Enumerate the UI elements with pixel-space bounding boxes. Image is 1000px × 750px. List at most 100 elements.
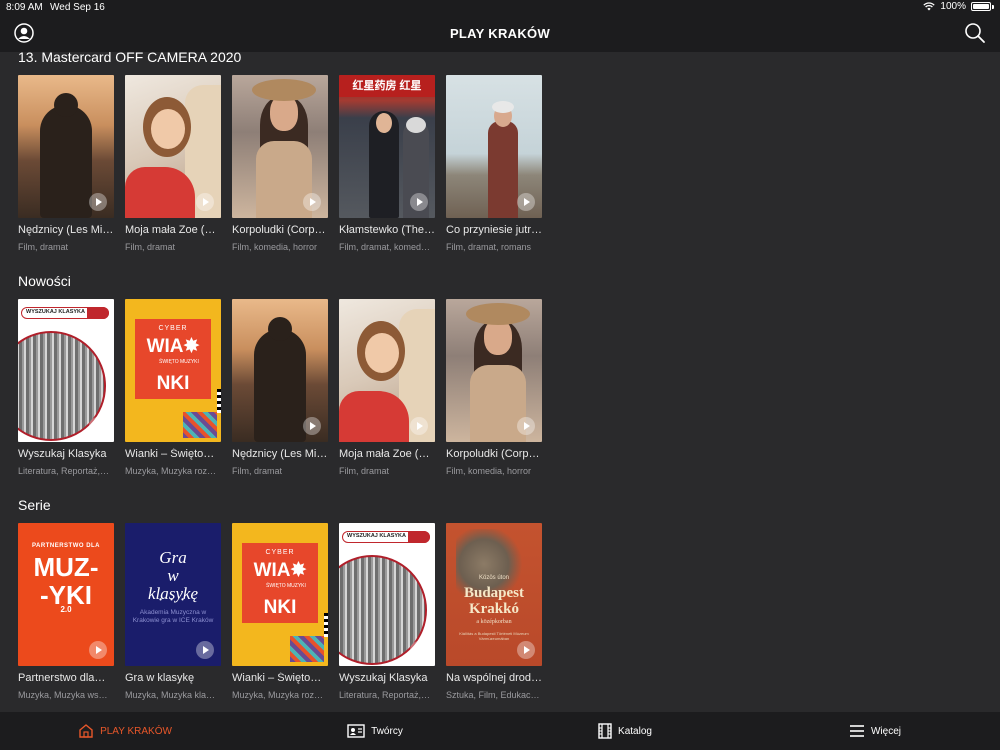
poster-image bbox=[232, 299, 328, 442]
creators-icon bbox=[347, 724, 365, 738]
row-nowosci: WYSZUKAJ KLASYKA Wyszukaj Klasyka Litera… bbox=[18, 299, 542, 476]
film-strip-icon bbox=[598, 723, 612, 739]
poster-bar-text: WYSZUKAJ KLASYKA bbox=[347, 533, 406, 539]
card-wyszukaj-klasyka[interactable]: WYSZUKAJ KLASYKA Wyszukaj Klasyka Litera… bbox=[18, 299, 114, 476]
poster-text: CYBER bbox=[158, 325, 188, 332]
card-korpoludki[interactable]: Korpoludki (Corp… Film, komedia, horror bbox=[446, 299, 542, 476]
play-icon[interactable] bbox=[410, 641, 428, 659]
battery-icon bbox=[971, 2, 991, 11]
card-moja-mala-zoe[interactable]: Moja mała Zoe (M… Film, dramat bbox=[125, 75, 221, 252]
play-icon[interactable] bbox=[89, 641, 107, 659]
poster-text: WIA✸ bbox=[146, 336, 200, 357]
card-title: Nędznicy (Les Mi… bbox=[18, 224, 114, 236]
poster-image: Gra w klasykę • • • Akademia Muzyczna w Kr… bbox=[125, 523, 221, 666]
poster-text: CYBER bbox=[265, 549, 295, 556]
poster-image bbox=[18, 75, 114, 218]
play-icon[interactable] bbox=[517, 193, 535, 211]
poster-image bbox=[339, 299, 435, 442]
play-icon[interactable] bbox=[517, 641, 535, 659]
card-genre: Film, dramat, romans bbox=[446, 242, 532, 252]
card-title: Partnerstwo dla… bbox=[18, 672, 106, 684]
poster-text: Budapest Krakkó bbox=[463, 585, 525, 617]
card-nedznicy[interactable]: Nędznicy (Les Mi… Film, dramat bbox=[232, 299, 328, 476]
card-co-przyniesie-jutro[interactable]: Co przyniesie jutr… Film, dramat, romans bbox=[446, 75, 542, 252]
card-korpoludki[interactable]: Korpoludki (Corp… Film, komedia, horror bbox=[232, 75, 328, 252]
battery-tip bbox=[992, 4, 994, 9]
play-icon[interactable] bbox=[410, 417, 428, 435]
poster-image: 红星药房 红星 bbox=[339, 75, 435, 218]
poster-image: CYBER WIA✸ ŚWIĘTO MUZYKI NKI bbox=[232, 523, 328, 666]
card-title: Wianki – Święto… bbox=[125, 448, 215, 460]
tab-tworcy[interactable]: Twórcy bbox=[250, 712, 500, 750]
card-genre: Literatura, Reportaż,… bbox=[18, 466, 110, 476]
tab-label: Więcej bbox=[870, 725, 901, 737]
play-icon[interactable] bbox=[196, 193, 214, 211]
card-wyszukaj-klasyka[interactable]: WYSZUKAJ KLASYKA Wyszukaj Klasyka Litera… bbox=[339, 523, 435, 700]
tab-katalog[interactable]: Katalog bbox=[500, 712, 750, 750]
card-gra-w-klasyke[interactable]: Gra w klasykę • • • Akademia Muzyczna w Kr… bbox=[125, 523, 221, 700]
play-icon[interactable] bbox=[89, 193, 107, 211]
card-klamstewko[interactable]: 红星药房 红星 Kłamstewko (The… Film, dramat, k… bbox=[339, 75, 435, 252]
tab-label: PLAY KRAKÓW bbox=[100, 725, 172, 737]
card-genre: Film, komedia, horror bbox=[446, 466, 532, 476]
page-title: PLAY KRAKÓW bbox=[449, 26, 551, 41]
row-off-camera: Nędznicy (Les Mi… Film, dramat Moja mała… bbox=[18, 75, 542, 252]
tab-play-krakow[interactable]: PLAY KRAKÓW bbox=[0, 712, 250, 750]
tab-wiecej[interactable]: Więcej bbox=[750, 712, 1000, 750]
poster-image: WYSZUKAJ KLASYKA bbox=[339, 523, 435, 666]
poster-text: PARTNERSTWO DLA bbox=[31, 543, 101, 549]
card-title: Kłamstewko (The… bbox=[339, 224, 435, 236]
poster-image: Közös úton Budapest Krakkó a középkorban Ki… bbox=[446, 523, 542, 666]
section-title-off-camera: 13. Mastercard OFF CAMERA 2020 bbox=[18, 52, 242, 65]
card-genre: Film, komedia, horror bbox=[232, 242, 318, 252]
poster-text: Kiállítás a Budapesti Történeti Múzeum V… bbox=[459, 631, 529, 641]
card-title: Korpoludki (Corp… bbox=[232, 224, 326, 236]
nav-bar: PLAY KRAKÓW bbox=[0, 16, 1000, 52]
section-title-nowosci: Nowości bbox=[18, 273, 71, 289]
poster-image: PARTNERSTWO DLA MUZ- -YKI 2.0 bbox=[18, 523, 114, 666]
poster-text: Akademia Muzyczna w Krakowie gra w ICE K… bbox=[132, 609, 214, 624]
card-title: Nędznicy (Les Mi… bbox=[232, 448, 328, 460]
card-wianki[interactable]: CYBER WIA✸ ŚWIĘTO MUZYKI NKI Wianki – Święt… bbox=[232, 523, 328, 700]
poster-text: a középkorban bbox=[476, 619, 512, 625]
poster-bar-text: WYSZUKAJ KLASYKA bbox=[26, 309, 85, 315]
play-icon[interactable] bbox=[303, 417, 321, 435]
play-icon[interactable] bbox=[196, 641, 214, 659]
card-genre: Muzyka, Muzyka roz… bbox=[232, 690, 324, 700]
card-partnerstwo[interactable]: PARTNERSTWO DLA MUZ- -YKI 2.0 Partnerstwo … bbox=[18, 523, 114, 700]
card-title: Moja mała Zoe (M… bbox=[339, 448, 435, 460]
poster-text: Közös úton bbox=[478, 575, 510, 581]
card-genre: Film, dramat bbox=[339, 466, 390, 476]
poster-text: • • • bbox=[159, 595, 187, 604]
card-nedznicy[interactable]: Nędznicy (Les Mi… Film, dramat bbox=[18, 75, 114, 252]
status-bar: 8:09 AM Wed Sep 16 100% bbox=[0, 0, 1000, 16]
poster-text: NKI bbox=[156, 373, 190, 394]
tab-bar: PLAY KRAKÓW Twórcy Katalog Więcej bbox=[0, 712, 1000, 750]
status-date: Wed Sep 16 bbox=[50, 2, 105, 13]
card-title: Wyszukaj Klasyka bbox=[339, 672, 428, 684]
poster-text: NKI bbox=[263, 597, 297, 618]
card-wianki[interactable]: CYBER WIA✸ ŚWIĘTO MUZYKI NKI Wianki – Święt… bbox=[125, 299, 221, 476]
card-genre: Film, dramat bbox=[125, 242, 176, 252]
card-title: Wianki – Święto… bbox=[232, 672, 322, 684]
card-moja-mala-zoe[interactable]: Moja mała Zoe (M… Film, dramat bbox=[339, 299, 435, 476]
poster-text: MUZ- -YKI bbox=[33, 552, 99, 610]
play-icon[interactable] bbox=[89, 417, 107, 435]
play-icon[interactable] bbox=[303, 193, 321, 211]
card-title: Korpoludki (Corp… bbox=[446, 448, 540, 460]
card-genre: Film, dramat bbox=[18, 242, 69, 252]
poster-image bbox=[125, 75, 221, 218]
poster-text: 2.0 bbox=[60, 605, 72, 614]
play-icon[interactable] bbox=[517, 417, 535, 435]
play-icon[interactable] bbox=[410, 193, 428, 211]
tab-label: Katalog bbox=[618, 725, 652, 737]
card-na-wspolnej-drodze[interactable]: Közös úton Budapest Krakkó a középkorban Ki… bbox=[446, 523, 542, 700]
card-title: Na wspólnej drod… bbox=[446, 672, 542, 684]
home-icon bbox=[79, 724, 93, 738]
search-icon[interactable] bbox=[964, 22, 986, 44]
poster-text: WIA✸ bbox=[253, 560, 307, 581]
menu-icon bbox=[849, 725, 864, 737]
tab-label: Twórcy bbox=[371, 725, 403, 737]
content-scroll[interactable]: 13. Mastercard OFF CAMERA 2020 Nędznicy … bbox=[0, 52, 1000, 712]
card-genre: Muzyka, Muzyka kla… bbox=[125, 690, 216, 700]
